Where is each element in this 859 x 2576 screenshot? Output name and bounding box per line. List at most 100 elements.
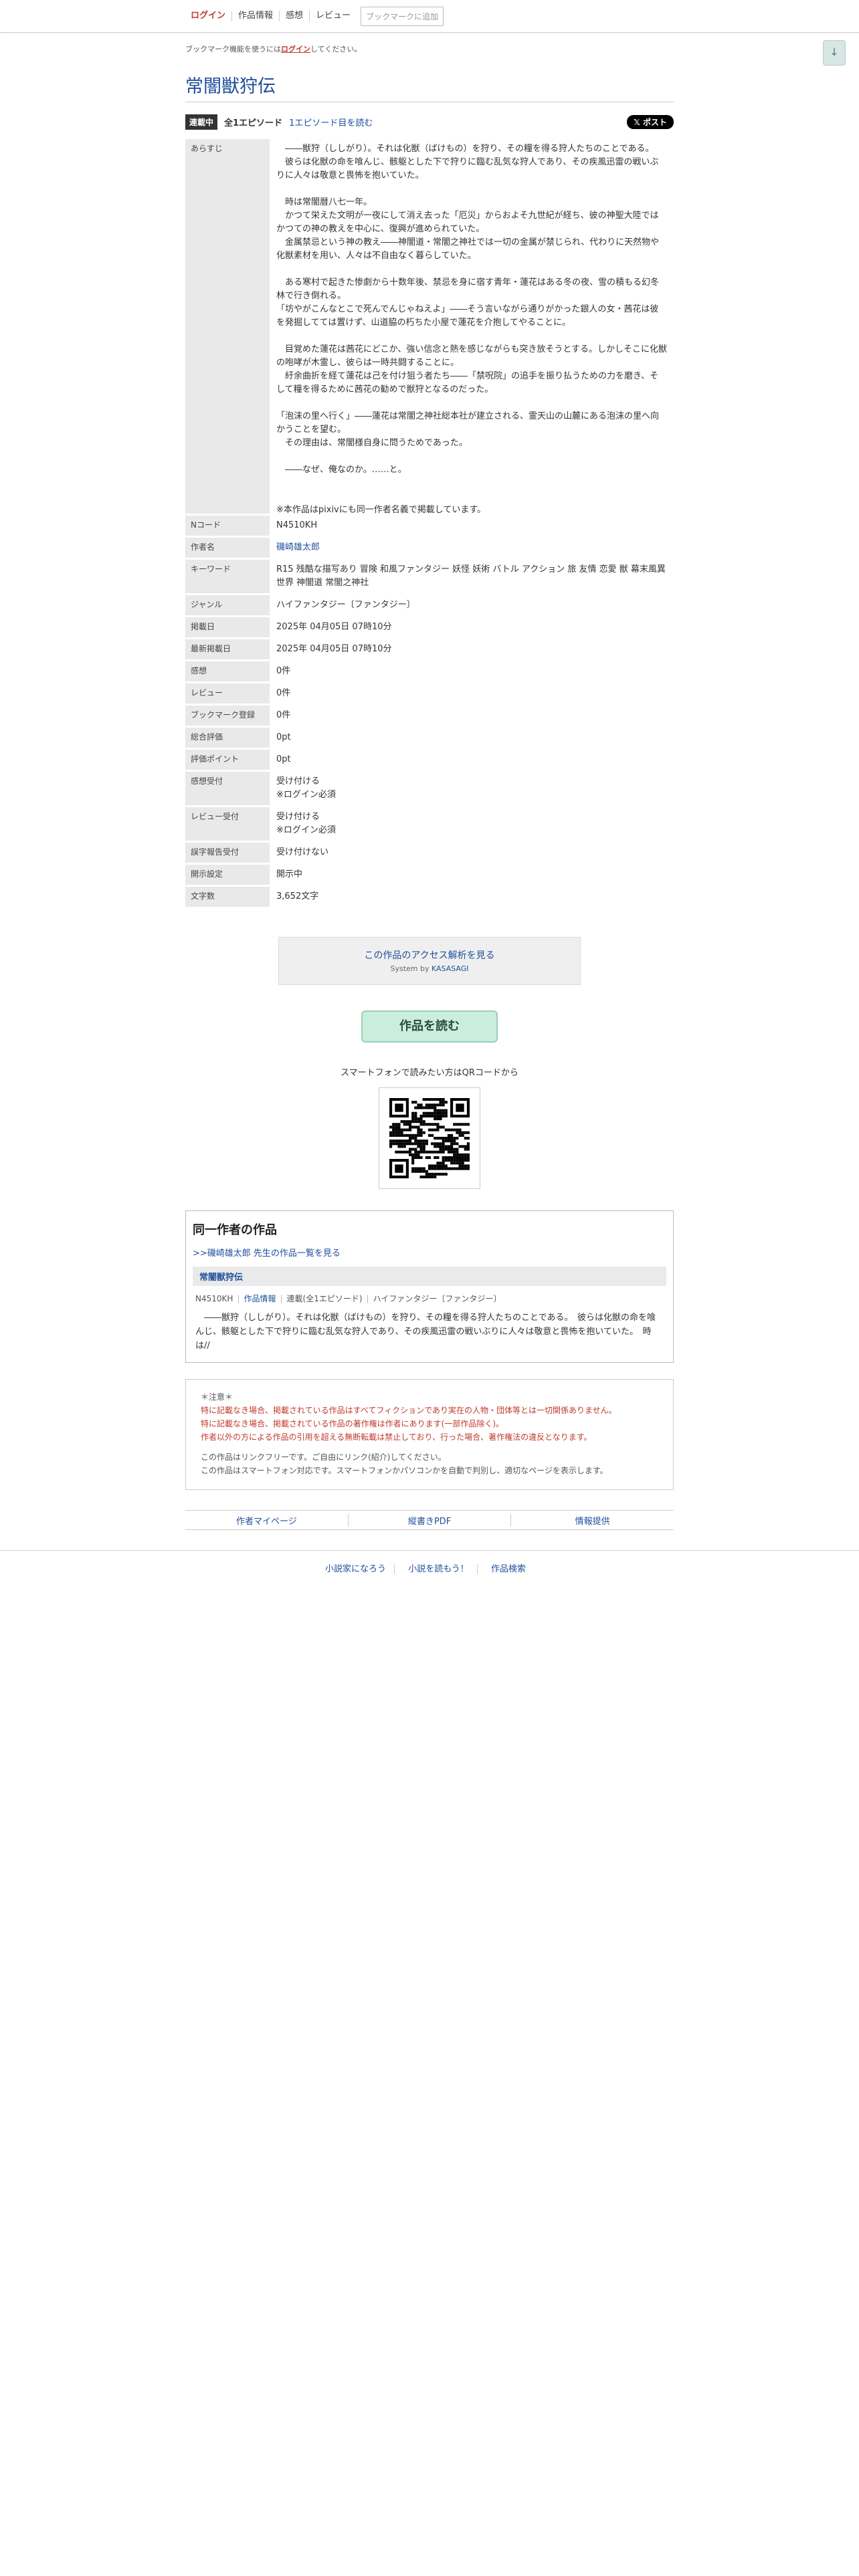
- synopsis-value: ――獣狩（ししがり）。それは化獣（ばけもの）を狩り、その糧を得る狩人たちのことで…: [270, 139, 674, 515]
- access-analysis-box: この作品のアクセス解析を見る System by KASASAGI: [278, 937, 581, 985]
- reviews-label: レビュー: [185, 683, 270, 704]
- disclosure-value: 開示中: [276, 869, 303, 879]
- synopsis-line: [276, 330, 667, 343]
- synopsis-line: [276, 397, 667, 410]
- footer: 小説家になろう 小説を読もう！ 作品検索: [0, 1550, 859, 1574]
- info-row-char-count: 文字数 3,652文字: [185, 887, 674, 907]
- keywords-value: R15 残酷な描写あり 冒険 和風ファンタジー 妖怪 妖術 バトル アクション …: [276, 564, 666, 588]
- x-post-button[interactable]: 𝕏 ポスト: [627, 115, 674, 129]
- bookmark-login-note: ブックマーク機能を使うにはログインしてください。: [185, 45, 362, 53]
- info-row-synopsis: あらすじ ――獣狩（ししがり）。それは化獣（ばけもの）を狩り、その糧を得る狩人た…: [185, 139, 674, 515]
- work-excerpt: ――獣狩（ししがり）。それは化獣（ばけもの）を狩り、その糧を得る狩人たちのことで…: [195, 1313, 656, 1351]
- synopsis-line: その理由は、常闇様自身に問うためであった。: [276, 438, 468, 448]
- typo-report-value: 受け付けない: [276, 847, 329, 857]
- impressions-label: 感想: [185, 661, 270, 681]
- top-bar: ログイン 作品情報 感想 レビュー ブックマークに追加: [0, 0, 859, 33]
- char-count-label: 文字数: [185, 887, 270, 907]
- keywords-label: キーワード: [185, 560, 270, 593]
- info-row-published: 掲載日 2025年 04月05日 07時10分: [185, 617, 674, 637]
- impressions-value: 0件: [276, 666, 291, 676]
- caution-fiction: 特に記載なき場合、掲載されている作品はすべてフィクションであり実在の人物・団体等…: [201, 1406, 617, 1415]
- synopsis-line: 「泡沫の里へ行く」――蓮花は常闇之神社総本社が建立される、霊天山の山麓にある泡沫…: [276, 411, 660, 435]
- footer-search-link[interactable]: 作品検索: [491, 1564, 534, 1574]
- caution-linkfree: この作品はリンクフリーです。ご自由にリンク(紹介)してください。: [201, 1453, 446, 1462]
- synopsis-line: [276, 477, 667, 490]
- typo-report-label: 誤字報告受付: [185, 843, 270, 863]
- info-row-ncode: Nコード N4510KH: [185, 516, 674, 536]
- synopsis-line: かつて栄えた文明が一夜にして消え去った「厄災」からおよそ九世紀が経ち、彼の神聖大…: [276, 211, 659, 234]
- info-row-typo-report: 誤字報告受付 受け付けない: [185, 843, 674, 863]
- read-work-button[interactable]: 作品を読む: [361, 1010, 498, 1043]
- updated-label: 最新掲載日: [185, 639, 270, 659]
- genre-value: ハイファンタジー〔ファンタジー〕: [276, 600, 415, 610]
- vertical-pdf-link[interactable]: 縦書きPDF: [349, 1513, 512, 1527]
- read-first-episode-link[interactable]: 1エピソード目を読む: [289, 116, 373, 128]
- info-row-review-accept: レビュー受付 受け付ける ※ログイン必須: [185, 807, 674, 841]
- synopsis-text: ――獣狩（ししがり）。それは化獣（ばけもの）を狩り、その糧を得る狩人たちのことで…: [276, 142, 667, 515]
- add-bookmark-button[interactable]: ブックマークに追加: [361, 6, 444, 26]
- footer-yomou-link[interactable]: 小説を読もう！: [408, 1564, 478, 1574]
- info-row-impressions: 感想 0件: [185, 661, 674, 681]
- synopsis-line: ※本作品はpixivにも同一作者名義で掲載しています。: [276, 505, 486, 515]
- tab-work-info[interactable]: 作品情報: [232, 11, 280, 21]
- status-badge: 連載中: [185, 114, 218, 130]
- info-row-bookmarks: ブックマーク登録 0件: [185, 706, 674, 726]
- ncode-value: N4510KH: [276, 520, 318, 530]
- info-row-disclosure: 開示設定 開示中: [185, 865, 674, 885]
- bookmark-login-link[interactable]: ログイン: [281, 45, 310, 53]
- published-value: 2025年 04月05日 07時10分: [276, 622, 392, 632]
- ncode-label: Nコード: [185, 516, 270, 536]
- caution-reprint: 作者以外の方による作品の引用を超える無断転載は禁止しており、行った場合、著作権法…: [201, 1432, 592, 1442]
- synopsis-line: 時は常闇暦八七一年。: [276, 197, 373, 207]
- impression-accept-value: 受け付ける ※ログイン必須: [276, 776, 336, 800]
- footer-narou-link[interactable]: 小説家になろう: [325, 1564, 395, 1574]
- synopsis-line: [276, 450, 667, 463]
- synopsis-line: ――なぜ、俺なのか。……と。: [276, 465, 407, 475]
- synopsis-line: ――獣狩（ししがり）。それは化獣（ばけもの）を狩り、その糧を得る狩人たちのことで…: [276, 144, 654, 154]
- work-meta: N4510KH | 作品情報 | 連載(全1エピソード) | ハイファンタジー〔ファンタジー…: [195, 1294, 502, 1303]
- synopsis-line: [276, 490, 667, 504]
- caution-heading: ＊注意＊: [201, 1392, 233, 1402]
- author-link[interactable]: 磯崎雄太郎: [276, 542, 320, 552]
- report-info-link[interactable]: 情報提供: [511, 1514, 674, 1527]
- arrow-down-icon[interactable]: ↓: [823, 40, 846, 66]
- disclosure-label: 開示設定: [185, 865, 270, 885]
- info-row-genre: ジャンル ハイファンタジー〔ファンタジー〕: [185, 595, 674, 615]
- kasasagi-credit: System by KASASAGI: [390, 964, 469, 973]
- qr-code-icon: [389, 1098, 470, 1178]
- rating-points-value: 0pt: [276, 754, 291, 764]
- impression-accept-label: 感想受付: [185, 772, 270, 805]
- qr-caption: スマートフォンで読みたい方はQRコードから: [341, 1068, 518, 1078]
- same-author-heading: 同一作者の作品: [193, 1223, 277, 1237]
- work-info-link[interactable]: 作品情報: [244, 1294, 276, 1303]
- rating-points-label: 評価ポイント: [185, 750, 270, 770]
- same-author-work-title: 常闇獣狩伝: [193, 1267, 666, 1286]
- tab-review[interactable]: レビュー: [310, 11, 357, 21]
- author-mypage-link[interactable]: 作者マイページ: [185, 1513, 349, 1527]
- kasasagi-link[interactable]: KASASAGI: [432, 964, 469, 973]
- synopsis-line: [276, 183, 667, 196]
- caution-smartphone: この作品はスマートフォン対応です。スマートフォンかパソコンかを自動で判別し、適切…: [201, 1466, 608, 1475]
- top-nav: ログイン 作品情報 感想 レビュー ブックマークに追加: [185, 0, 674, 32]
- info-row-updated: 最新掲載日 2025年 04月05日 07時10分: [185, 639, 674, 659]
- author-works-link[interactable]: >>磯崎雄太郎 先生の作品一覧を見る: [193, 1246, 666, 1259]
- char-count-value: 3,652文字: [276, 891, 319, 901]
- access-analysis-link[interactable]: この作品のアクセス解析を見る: [279, 948, 580, 962]
- synopsis-line: 紆余曲折を経て蓮花は己を付け狙う者たち――「禁呪院」の追手を振り払うための力を磨…: [276, 371, 659, 395]
- page-title: 常闇獣狩伝: [185, 72, 674, 102]
- reviews-value: 0件: [276, 688, 291, 698]
- author-cell: 磯崎雄太郎: [270, 538, 674, 558]
- info-row-impression-accept: 感想受付 受け付ける ※ログイン必須: [185, 772, 674, 805]
- work-title-link[interactable]: 常闇獣狩伝: [199, 1273, 243, 1283]
- qr-code: [379, 1087, 480, 1189]
- caution-copyright: 特に記載なき場合、掲載されている作品の著作権は作者にあります(一部作品除く)。: [201, 1419, 504, 1428]
- bookmarks-label: ブックマーク登録: [185, 706, 270, 726]
- updated-value: 2025年 04月05日 07時10分: [276, 644, 392, 654]
- synopsis-line: 「坊やがこんなとこで死んでんじゃねえよ」――そう言いながら通りがかった銀人の女・…: [276, 304, 659, 328]
- info-row-keywords: キーワード R15 残酷な描写あり 冒険 和風ファンタジー 妖怪 妖術 バトル …: [185, 560, 674, 593]
- synopsis-line: [276, 263, 667, 276]
- status-row: 連載中 全1エピソード 1エピソード目を読む 𝕏 ポスト: [185, 114, 674, 130]
- tab-impressions[interactable]: 感想: [280, 11, 310, 21]
- synopsis-line: 目覚めた蓮花は茜花にどこか、強い信念と熱を感じながらも突き放そうとする。しかしそ…: [276, 344, 667, 368]
- login-link[interactable]: ログイン: [185, 11, 233, 21]
